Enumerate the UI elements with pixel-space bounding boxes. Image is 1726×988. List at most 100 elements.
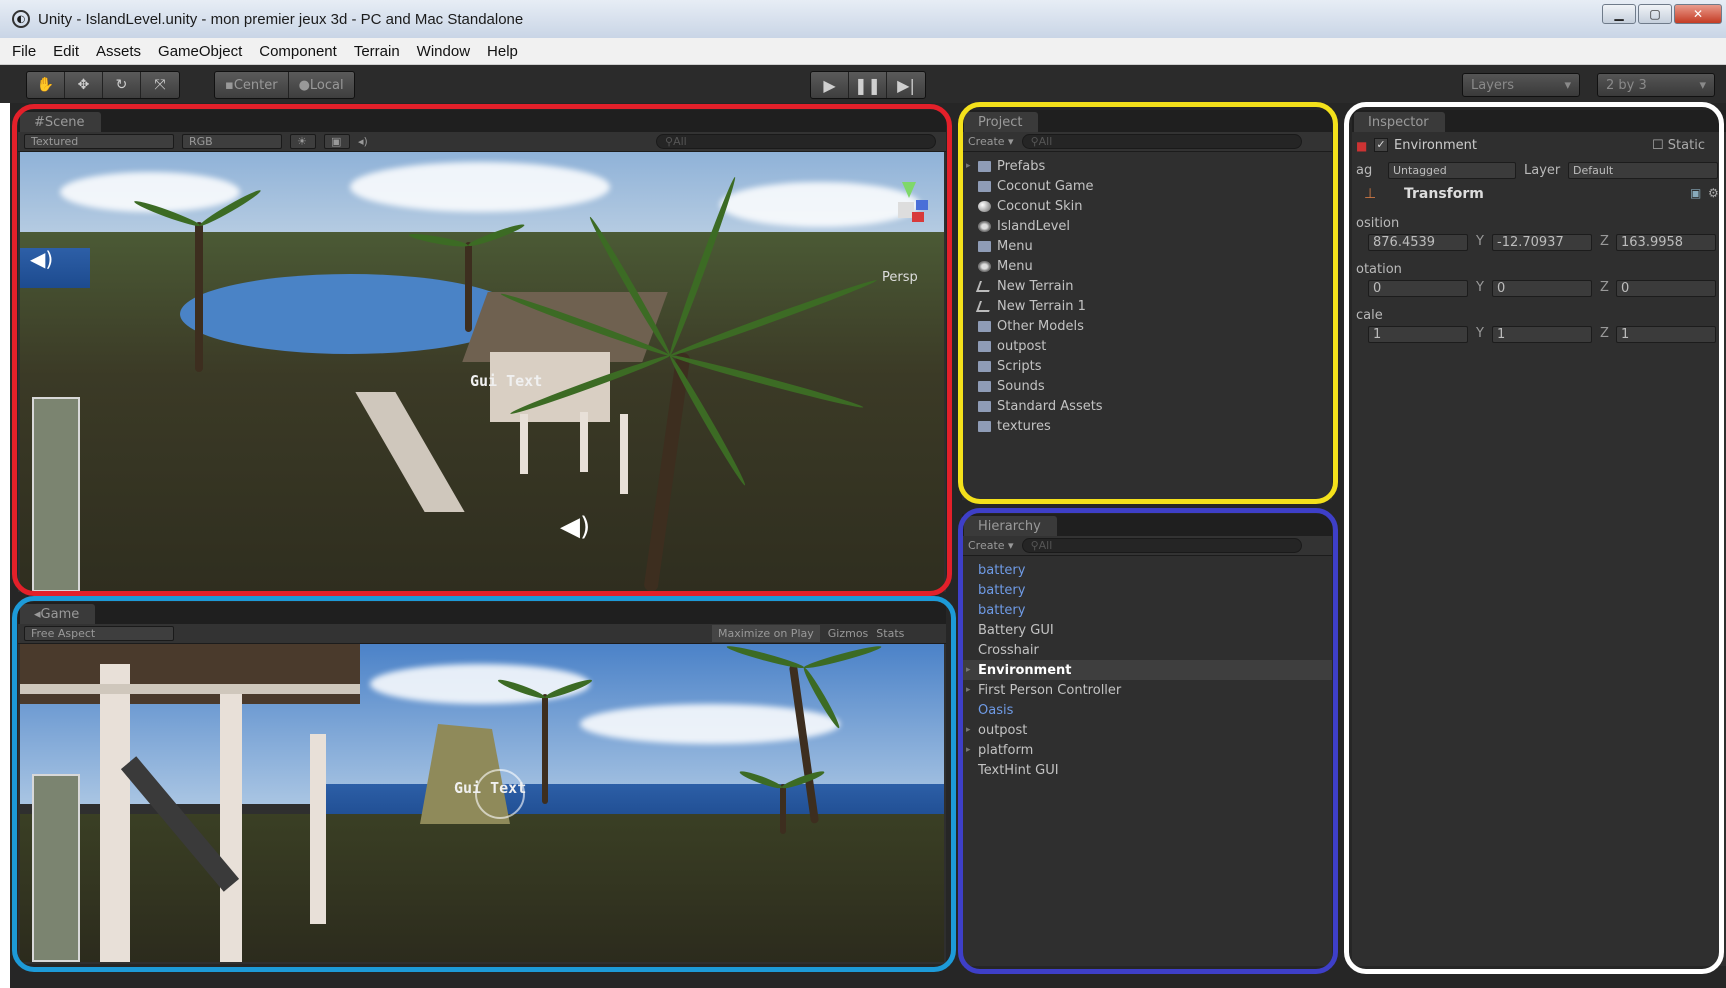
list-item[interactable]: Oasis [978,700,1332,720]
transform-header[interactable]: ⊥ Transform ▣ ⚙ [1352,182,1726,206]
rotation-z-field[interactable]: 0 [1616,280,1716,297]
pivot-local-button[interactable]: ● Local [289,72,354,98]
menu-file[interactable]: File [12,43,36,60]
tab-inspector[interactable]: Inspector [1354,112,1445,132]
expand-arrow-icon[interactable]: ▸ [966,745,971,755]
tab-hierarchy[interactable]: Hierarchy [964,516,1057,536]
expand-arrow-icon[interactable]: ▸ [966,161,971,171]
aspect-dropdown[interactable]: Free Aspect [24,626,174,641]
static-checkbox[interactable]: ☐ Static [1652,138,1705,153]
step-icon[interactable]: ▶| [887,72,925,98]
chevron-down-icon: ▾ [1564,77,1571,93]
scale-z-field[interactable]: 1 [1616,326,1716,343]
tab-game[interactable]: ◂ Game [20,604,96,624]
object-name-field[interactable]: Environment [1394,138,1477,153]
hand-tool-icon[interactable]: ✋ [27,72,65,98]
list-item[interactable]: Coconut Game [978,176,1332,196]
gear-icon[interactable]: ⚙ [1708,186,1719,200]
close-icon[interactable]: ✕ [1674,4,1722,24]
menu-assets[interactable]: Assets [96,43,141,60]
play-icon[interactable]: ▶ [811,72,849,98]
expand-arrow-icon[interactable]: ▸ [966,685,971,695]
position-x-field[interactable]: 876.4539 [1368,234,1468,251]
list-item[interactable]: Coconut Skin [978,196,1332,216]
scene-viewport[interactable]: ◀) ◀) Gui Text Persp [20,152,944,592]
list-item[interactable]: Standard Assets [978,396,1332,416]
list-item[interactable]: Crosshair [978,640,1332,660]
audio-toggle-icon[interactable]: ◂) [358,135,378,148]
expand-arrow-icon[interactable]: ▸ [966,665,971,675]
gameobject-icon: ■ [1356,139,1368,153]
tab-scene[interactable]: # Scene [20,112,101,132]
window-controls: ▁ ▢ ✕ [1602,4,1722,24]
minimize-icon[interactable]: ▁ [1602,4,1636,24]
help-icon[interactable]: ▣ [1690,186,1701,200]
axis-gizmo-icon[interactable] [880,182,930,232]
list-item[interactable]: outpost [978,336,1332,356]
list-item[interactable]: ▸ Environment [962,660,1332,680]
menu-edit[interactable]: Edit [53,43,79,60]
scene-panel: # Scene Textured RGB ☀ ▣ ◂) ⚲ All ◀) ◀) … [18,110,946,592]
list-item[interactable]: New Terrain [975,276,1332,296]
list-item[interactable]: New Terrain 1 [975,296,1332,316]
menu-window[interactable]: Window [417,43,470,60]
tab-project[interactable]: Project [964,112,1039,132]
list-item[interactable]: Sounds [978,376,1332,396]
list-item[interactable]: Other Models [978,316,1332,336]
hierarchy-search-input[interactable]: ⚲ All [1021,538,1302,553]
terrain-icon [975,300,994,312]
image-toggle-icon[interactable]: ▣ [324,134,350,149]
project-create-button[interactable]: Create ▾ [968,135,1014,148]
color-mode-dropdown[interactable]: RGB [182,134,282,149]
list-item[interactable]: ▸ First Person Controller [966,680,1332,700]
hierarchy-panel: Hierarchy Create ▾ ⚲ All battery battery … [962,514,1332,966]
menu-gameobject[interactable]: GameObject [158,43,242,60]
lighting-toggle-icon[interactable]: ☀ [290,134,316,149]
list-item[interactable]: ▸ outpost [966,720,1332,740]
gizmos-button[interactable]: Gizmos [828,627,869,640]
rotate-tool-icon[interactable]: ↻ [103,72,141,98]
stats-button[interactable]: Stats [876,627,904,640]
menu-component[interactable]: Component [259,43,337,60]
layout-dropdown[interactable]: 2 by 3 ▾ [1597,73,1715,97]
list-item[interactable]: battery [978,600,1332,620]
rotation-y-field[interactable]: 0 [1492,280,1592,297]
list-item[interactable]: battery [978,580,1332,600]
list-item[interactable]: Battery GUI [978,620,1332,640]
maximize-icon[interactable]: ▢ [1638,4,1672,24]
folder-icon [978,360,991,372]
list-item[interactable]: Menu [978,256,1332,276]
scale-y-field[interactable]: 1 [1492,326,1592,343]
pivot-center-button[interactable]: ▪ Center [215,72,289,98]
scale-x-field[interactable]: 1 [1368,326,1468,343]
rotation-x-field[interactable]: 0 [1368,280,1468,297]
position-y-field[interactable]: -12.70937 [1492,234,1592,251]
battery-gauge [32,774,80,962]
list-item[interactable]: ▸ Prefabs [966,156,1332,176]
active-checkbox[interactable]: ✓ [1374,138,1388,152]
project-search-input[interactable]: ⚲ All [1021,134,1302,149]
menu-terrain[interactable]: Terrain [354,43,400,60]
menu-help[interactable]: Help [487,43,518,60]
layers-dropdown[interactable]: Layers ▾ [1462,73,1580,97]
tag-dropdown[interactable]: Untagged [1388,162,1516,179]
list-item[interactable]: TextHint GUI [978,760,1332,780]
maximize-on-play-button[interactable]: Maximize on Play [712,625,820,642]
list-item[interactable]: textures [978,416,1332,436]
game-viewport[interactable]: Gui Text [20,644,944,962]
scene-search-input[interactable]: ⚲ All [656,134,936,149]
list-item[interactable]: IslandLevel [978,216,1332,236]
render-mode-dropdown[interactable]: Textured [24,134,174,149]
move-tool-icon[interactable]: ✥ [65,72,103,98]
expand-arrow-icon[interactable]: ▸ [966,725,971,735]
list-item[interactable]: battery [978,560,1332,580]
position-z-field[interactable]: 163.9958 [1616,234,1716,251]
pause-icon[interactable]: ❚❚ [849,72,887,98]
layer-dropdown[interactable]: Default [1568,162,1718,179]
list-item[interactable]: ▸ platform [966,740,1332,760]
list-item[interactable]: Scripts [978,356,1332,376]
scale-tool-icon[interactable]: ⤧ [141,72,179,98]
inspector-header: ■ ✓ Environment ☐ Static [1352,134,1726,160]
list-item[interactable]: Menu [978,236,1332,256]
hierarchy-create-button[interactable]: Create ▾ [968,539,1014,552]
